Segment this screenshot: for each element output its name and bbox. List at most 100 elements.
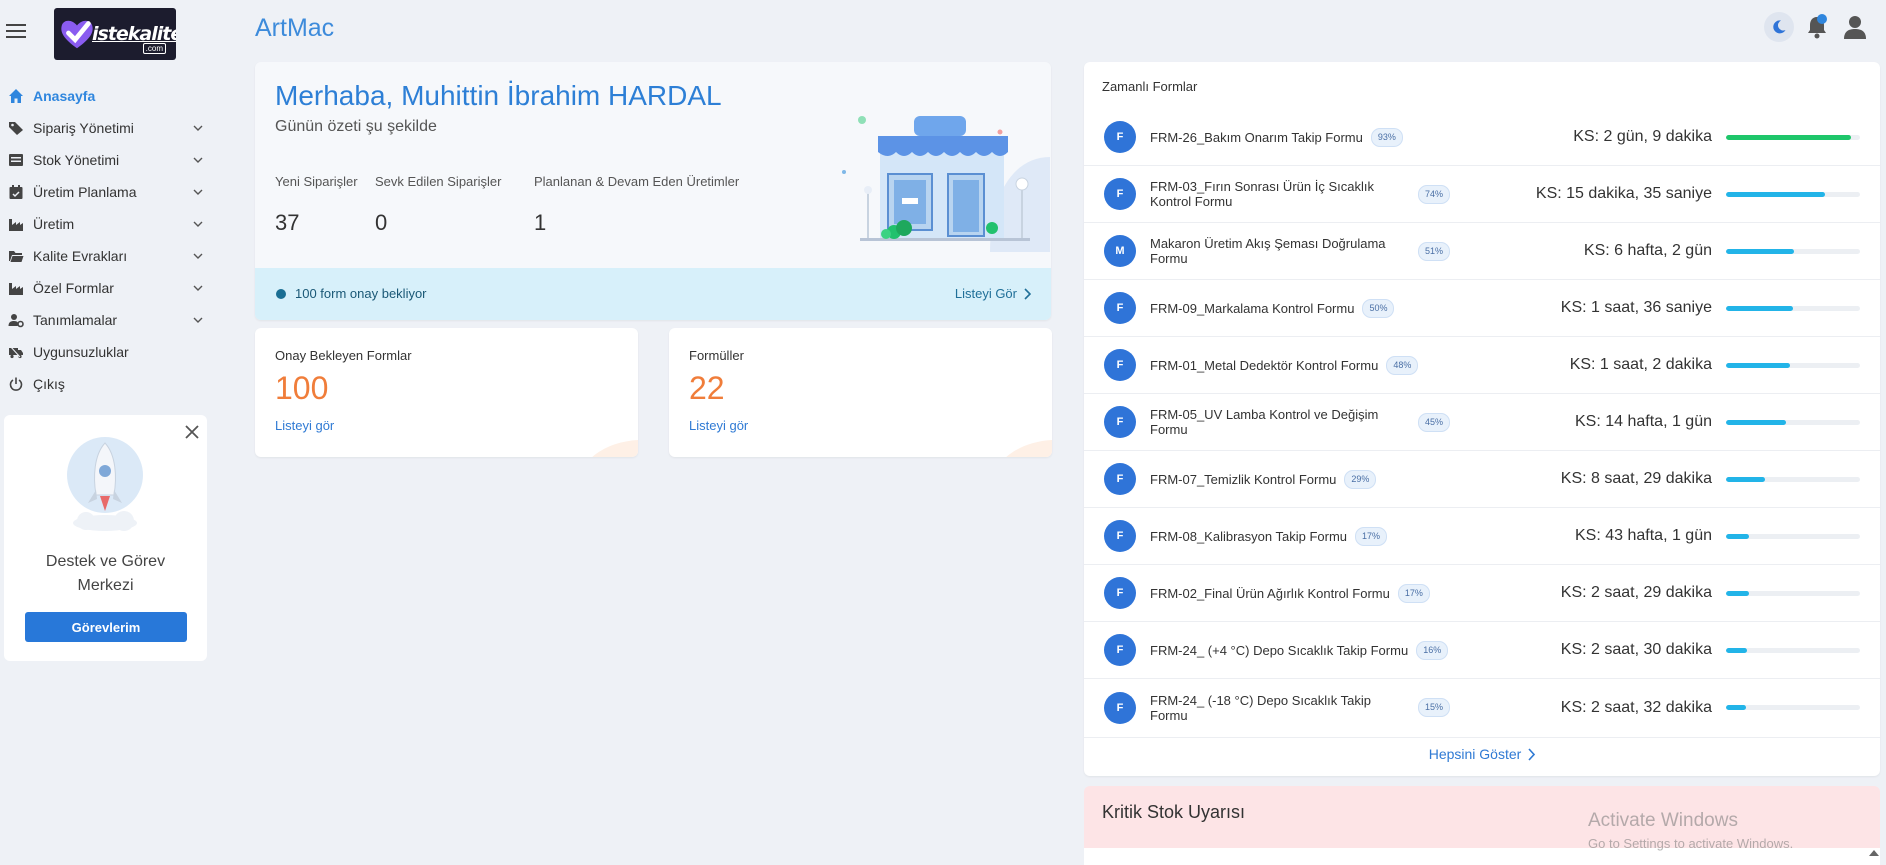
form-name: FRM-02_Final Ürün Ağırlık Kontrol Formu bbox=[1150, 585, 1390, 601]
form-row[interactable]: F FRM-01_Metal Dedektör Kontrol Formu 48% K… bbox=[1084, 337, 1880, 394]
form-name: FRM-24_ (+4 °C) Depo Sıcaklık Takip Form… bbox=[1150, 642, 1409, 658]
support-title: Destek ve Görev Merkezi bbox=[45, 553, 166, 594]
factory-icon bbox=[6, 215, 26, 233]
formulas-title: Formüller bbox=[689, 348, 744, 363]
form-name-cell: FRM-03_Fırın Sonrası Ürün İç Sıcaklık Ko… bbox=[1150, 179, 1450, 209]
menu-toggle-icon[interactable] bbox=[6, 24, 26, 40]
form-progress-fill bbox=[1726, 419, 1787, 425]
user-icon[interactable] bbox=[1840, 12, 1870, 42]
card-decoration bbox=[592, 440, 638, 457]
form-percent-badge: 16% bbox=[1416, 640, 1449, 660]
form-remaining-time: KS: 1 saat, 36 saniye bbox=[1560, 299, 1712, 316]
form-row[interactable]: F FRM-05_UV Lamba Kontrol ve Değişim Form… bbox=[1084, 394, 1880, 451]
formulas-link[interactable]: Listeyi gör bbox=[689, 418, 748, 433]
bell-icon[interactable] bbox=[1802, 12, 1832, 42]
form-progress-bar bbox=[1726, 191, 1860, 197]
form-avatar: F bbox=[1104, 463, 1136, 495]
sidebar-item-uygunsuzluklar[interactable]: Uygunsuzluklar bbox=[0, 336, 210, 368]
form-progress-fill bbox=[1726, 191, 1826, 197]
stat-value-productions: 1 bbox=[534, 210, 547, 235]
form-row[interactable]: F FRM-02_Final Ürün Ağırlık Kontrol Formu… bbox=[1084, 565, 1880, 622]
pending-forms-link[interactable]: Listeyi gör bbox=[275, 418, 334, 433]
sidebar-item-stok-yonetimi[interactable]: Stok Yönetimi bbox=[0, 144, 210, 176]
approval-banner: 100 form onay bekliyor Listeyi Gör bbox=[255, 268, 1051, 320]
approval-text: 100 form onay bekliyor bbox=[295, 286, 427, 301]
form-avatar: F bbox=[1104, 178, 1136, 210]
form-progress-bar bbox=[1726, 533, 1860, 539]
form-row[interactable]: F FRM-08_Kalibrasyon Takip Formu 17% KS: 43… bbox=[1084, 508, 1880, 565]
pending-forms-count: 100 bbox=[275, 370, 329, 406]
form-avatar: F bbox=[1104, 292, 1136, 324]
factory-icon bbox=[6, 279, 26, 297]
form-row[interactable]: F FRM-03_Fırın Sonrası Ürün İç Sıcaklık K… bbox=[1084, 166, 1880, 223]
sidebar-item-cikis[interactable]: Çıkış bbox=[0, 368, 210, 400]
sidebar: Anasayfa Sipariş Yönetimi Stok Yönetimi Üre… bbox=[0, 80, 210, 400]
form-avatar: F bbox=[1104, 634, 1136, 666]
form-row[interactable]: F FRM-24_ (+4 °C) Depo Sıcaklık Takip For… bbox=[1084, 622, 1880, 679]
sidebar-item-kalite-evraklari[interactable]: Kalite Evrakları bbox=[0, 240, 210, 272]
form-name-cell: FRM-08_Kalibrasyon Takip Formu 17% bbox=[1150, 526, 1450, 546]
chevron-down-icon bbox=[193, 285, 203, 291]
sidebar-item-siparis-yonetimi[interactable]: Sipariş Yönetimi bbox=[0, 112, 210, 144]
folder-icon bbox=[6, 247, 26, 265]
greeting-title: Merhaba, Muhittin İbrahim HARDAL bbox=[275, 80, 722, 111]
formulas-card: Formüller 22 Listeyi gör bbox=[669, 328, 1052, 457]
chevron-down-icon bbox=[193, 221, 203, 227]
form-remaining-time: KS: 14 hafta, 1 gün bbox=[1575, 413, 1712, 430]
pending-forms-title: Onay Bekleyen Formlar bbox=[275, 348, 412, 363]
form-avatar: F bbox=[1104, 577, 1136, 609]
form-row[interactable]: F FRM-26_Bakım Onarım Takip Formu 93% KS: 2… bbox=[1084, 109, 1880, 166]
stat-value-shipped-orders: 0 bbox=[375, 210, 388, 235]
form-percent-badge: 51% bbox=[1417, 241, 1450, 261]
home-icon bbox=[6, 87, 26, 105]
power-icon bbox=[6, 375, 26, 393]
form-row[interactable]: F FRM-07_Temizlik Kontrol Formu 29% KS: 8 s… bbox=[1084, 451, 1880, 508]
stat-value-new-orders: 37 bbox=[275, 210, 300, 235]
form-progress-bar bbox=[1726, 248, 1860, 254]
greeting-subtitle: Günün özeti şu şekilde bbox=[275, 118, 437, 135]
form-remaining-time: KS: 2 saat, 29 dakika bbox=[1560, 584, 1712, 601]
close-icon[interactable] bbox=[183, 423, 201, 441]
watermark-subtitle: Go to Settings to activate Windows. bbox=[1588, 836, 1794, 851]
form-percent-badge: 48% bbox=[1386, 355, 1419, 375]
sidebar-item-ozel-formlar[interactable]: Özel Formlar bbox=[0, 272, 210, 304]
chevron-down-icon bbox=[193, 157, 203, 163]
sidebar-item-uretim[interactable]: Üretim bbox=[0, 208, 210, 240]
truck-icon bbox=[6, 343, 26, 361]
show-all-link[interactable]: Hepsini Göster bbox=[1084, 746, 1880, 762]
tasks-button[interactable]: Görevlerim bbox=[25, 612, 187, 642]
sidebar-item-label: Üretim Planlama bbox=[33, 184, 137, 200]
brand-logo[interactable]: istekalite .com bbox=[54, 8, 176, 60]
form-remaining-time: KS: 2 gün, 9 dakika bbox=[1573, 128, 1712, 145]
form-progress-bar bbox=[1726, 590, 1860, 596]
form-row[interactable]: F FRM-24_ (-18 °C) Depo Sıcaklık Takip Fo… bbox=[1084, 679, 1880, 736]
support-card: Destek ve Görev Merkezi Görevlerim bbox=[4, 415, 207, 661]
form-name: FRM-08_Kalibrasyon Takip Formu bbox=[1150, 528, 1347, 544]
form-progress-fill bbox=[1726, 647, 1748, 653]
formulas-count: 22 bbox=[689, 370, 725, 406]
form-remaining-time: KS: 2 saat, 30 dakika bbox=[1560, 641, 1712, 658]
scroll-up-icon[interactable] bbox=[1868, 847, 1880, 859]
form-row[interactable]: M Makaron Üretim Akış Şeması Doğrulama Fo… bbox=[1084, 223, 1880, 280]
form-name: FRM-03_Fırın Sonrası Ürün İç Sıcaklık Ko… bbox=[1150, 179, 1374, 209]
rocket-icon bbox=[67, 437, 143, 531]
sidebar-item-anasayfa[interactable]: Anasayfa bbox=[0, 80, 210, 112]
approval-list-link-label: Listeyi Gör bbox=[954, 286, 1017, 301]
shop-illustration bbox=[842, 116, 1050, 252]
stat-label-shipped-orders: Sevk Edilen Siparişler bbox=[375, 174, 502, 189]
form-progress-bar bbox=[1726, 134, 1860, 140]
sidebar-item-label: Çıkış bbox=[33, 376, 65, 392]
moon-icon[interactable] bbox=[1764, 12, 1794, 42]
form-avatar: M bbox=[1104, 235, 1136, 267]
sidebar-item-uretim-planlama[interactable]: Üretim Planlama bbox=[0, 176, 210, 208]
approval-list-link[interactable]: Listeyi Gör bbox=[955, 286, 1031, 301]
stat-label-productions: Planlanan & Devam Eden Üretimler bbox=[534, 174, 740, 189]
calendar-icon bbox=[6, 183, 26, 201]
form-name-cell: FRM-26_Bakım Onarım Takip Formu 93% bbox=[1150, 127, 1450, 147]
form-progress-bar bbox=[1726, 305, 1860, 311]
form-name-cell: FRM-05_UV Lamba Kontrol ve Değişim Formu… bbox=[1150, 407, 1450, 437]
form-avatar: F bbox=[1104, 691, 1136, 724]
sidebar-item-tanimlamalar[interactable]: Tanımlamalar bbox=[0, 304, 210, 336]
form-name-cell: FRM-01_Metal Dedektör Kontrol Formu 48% bbox=[1150, 355, 1450, 375]
form-row[interactable]: F FRM-09_Markalama Kontrol Formu 50% KS: 1 … bbox=[1084, 280, 1880, 337]
